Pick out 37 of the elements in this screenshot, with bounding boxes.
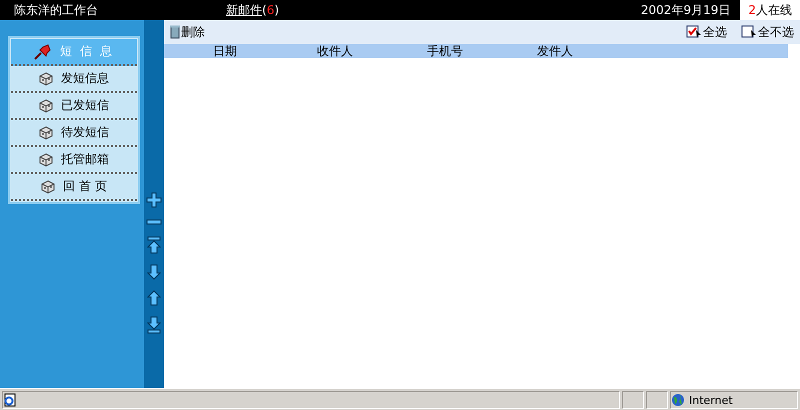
column-header: 手机号 xyxy=(426,44,464,58)
trash-icon xyxy=(170,25,180,39)
page-icon xyxy=(3,393,17,407)
mail-count: (6) xyxy=(262,3,280,17)
down-arrow-icon[interactable] xyxy=(147,264,161,280)
empty-box-icon xyxy=(741,25,757,39)
column-header: 发件人 xyxy=(536,44,574,58)
up-arrow-icon[interactable] xyxy=(147,290,161,306)
select-none-button[interactable]: 全不选 xyxy=(741,24,794,40)
sidebar-item[interactable]: 已发短信 xyxy=(11,93,137,120)
sidebar-item[interactable]: 回 首 页 xyxy=(11,174,137,201)
column-header: 日期 xyxy=(212,44,238,58)
workbench-title: 陈东洋的工作台 xyxy=(13,2,99,18)
cube-icon xyxy=(41,180,56,194)
move-to-top-icon[interactable] xyxy=(147,236,161,254)
column-header: 收件人 xyxy=(316,44,354,58)
move-to-bottom-icon[interactable] xyxy=(147,316,161,334)
globe-icon xyxy=(671,393,685,407)
sidebar-item[interactable]: 发短信息 xyxy=(11,66,137,93)
status-pane xyxy=(646,391,668,409)
cube-icon xyxy=(39,98,53,112)
minus-icon[interactable] xyxy=(146,218,162,226)
new-mail-link[interactable]: 新邮件 xyxy=(226,2,262,18)
delete-button[interactable]: 删除 xyxy=(170,24,205,40)
pushpin-icon xyxy=(34,44,52,60)
sidebar-item[interactable]: 托管邮箱 xyxy=(11,147,137,174)
date-text: 2002年9月19日 xyxy=(640,2,732,18)
checked-box-icon xyxy=(686,25,702,39)
cube-icon xyxy=(39,152,53,166)
cube-icon xyxy=(39,72,53,86)
zone-label: Internet xyxy=(689,394,733,406)
plus-icon[interactable] xyxy=(146,192,162,208)
sidebar-item[interactable]: 待发短信 xyxy=(11,120,137,147)
cube-icon xyxy=(39,126,53,140)
status-pane xyxy=(622,391,644,409)
select-all-button[interactable]: 全选 xyxy=(686,24,727,40)
online-users-text: 2人在线 xyxy=(740,0,800,20)
